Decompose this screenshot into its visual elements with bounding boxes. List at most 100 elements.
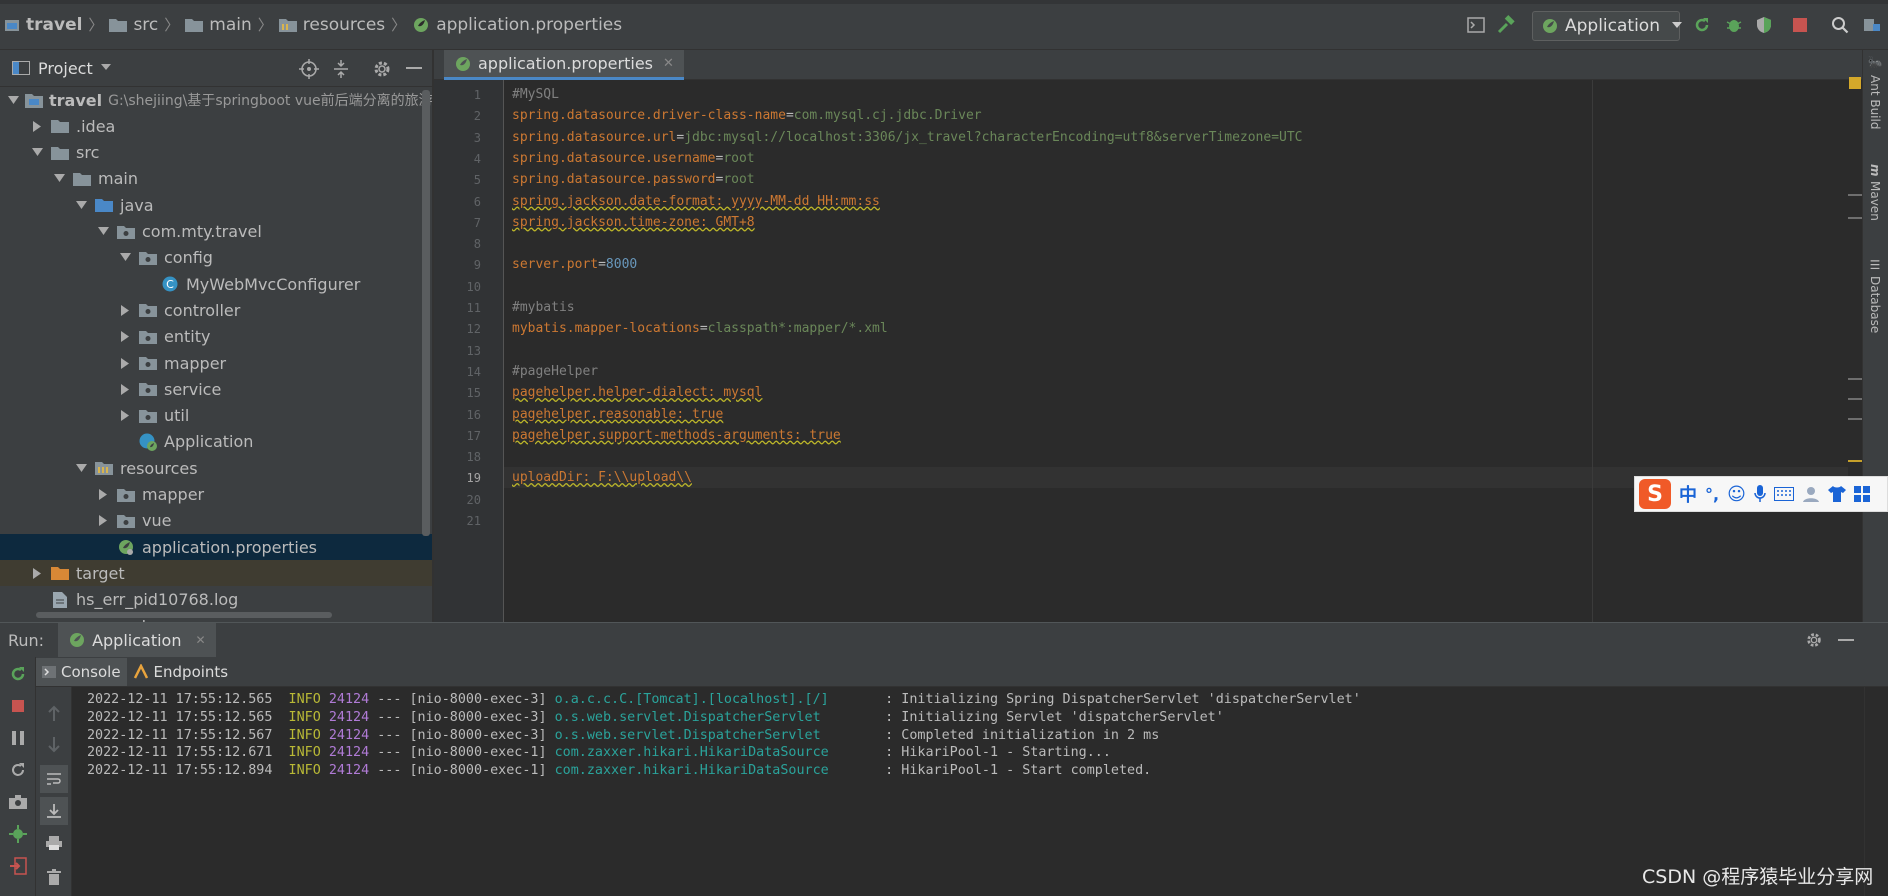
collapsed-arrow-icon[interactable] <box>118 331 132 343</box>
code-token: spring.datasource.url <box>512 129 677 145</box>
microphone-icon[interactable] <box>1754 485 1766 503</box>
build-hammer-icon[interactable] <box>1494 13 1518 37</box>
tree-item-controller[interactable]: controller <box>0 297 432 323</box>
project-view-label: Project <box>38 58 93 78</box>
tree-vscrollbar[interactable] <box>422 90 430 536</box>
tree-item-mapper[interactable]: mapper <box>0 350 432 376</box>
toolbox-grid-icon[interactable] <box>1853 486 1870 502</box>
locate-file-icon[interactable] <box>299 59 319 79</box>
expanded-arrow-icon[interactable] <box>74 463 88 473</box>
project-structure-icon[interactable] <box>1860 13 1884 37</box>
rerun-icon[interactable] <box>1690 13 1714 37</box>
breadcrumb-file[interactable]: application.properties <box>412 15 622 35</box>
run-configuration-select[interactable]: Application <box>1532 11 1682 41</box>
collapsed-arrow-icon[interactable] <box>118 357 132 369</box>
exit-icon[interactable] <box>8 856 28 876</box>
terminal-icon[interactable] <box>1464 13 1488 37</box>
keyboard-icon[interactable] <box>1773 487 1794 501</box>
scroll-up-icon[interactable] <box>44 703 64 723</box>
breadcrumb-project[interactable]: travel <box>4 15 82 35</box>
tree-item-application-properties[interactable]: application.properties <box>0 534 432 561</box>
ime-punctuation-toggle[interactable]: °, <box>1705 485 1719 504</box>
collapsed-arrow-icon[interactable] <box>96 515 110 527</box>
tree-item--idea[interactable]: .idea <box>0 113 432 139</box>
tree-item-label: mapper <box>142 485 205 504</box>
folder-icon <box>109 18 128 32</box>
tree-item-application[interactable]: Application <box>0 429 432 455</box>
breadcrumb-resources[interactable]: resources <box>278 15 385 35</box>
ime-toolbar[interactable]: S 中 °, ☺ <box>1634 476 1888 512</box>
console-output[interactable]: 2022-12-11 17:55:12.565 INFO 24124 --- [… <box>72 687 1864 896</box>
collapsed-arrow-icon[interactable] <box>118 304 132 316</box>
tree-item-mywebmvcconfigurer[interactable]: C MyWebMvcConfigurer <box>0 271 432 297</box>
minimize-icon[interactable] <box>1838 639 1854 643</box>
tree-item-resources[interactable]: resources <box>0 455 432 481</box>
collapsed-arrow-icon[interactable] <box>118 383 132 395</box>
print-icon[interactable] <box>44 833 64 853</box>
tree-item-vue[interactable]: vue <box>0 508 432 534</box>
collapse-all-icon[interactable] <box>332 59 350 79</box>
ime-language-toggle[interactable]: 中 <box>1679 481 1697 507</box>
collapsed-arrow-icon[interactable] <box>96 489 110 500</box>
collapsed-arrow-icon[interactable] <box>30 120 44 132</box>
expanded-arrow-icon[interactable] <box>74 200 88 210</box>
tree-item-main[interactable]: main <box>0 166 432 192</box>
tree-item-service[interactable]: service <box>0 376 432 402</box>
close-icon[interactable]: ✕ <box>195 633 205 647</box>
tree-item-hs-err-pid10768-log[interactable]: hs_err_pid10768.log <box>0 587 432 613</box>
tree-item-entity[interactable]: entity <box>0 324 432 350</box>
collapsed-arrow-icon[interactable] <box>30 567 44 579</box>
tree-item-config[interactable]: config <box>0 245 432 271</box>
dropdown-arrow-icon <box>1672 22 1682 30</box>
tab-endpoints[interactable]: Endpoints <box>127 658 235 686</box>
scroll-to-end-icon[interactable] <box>40 797 68 825</box>
project-view-selector[interactable]: Project <box>38 59 111 78</box>
camera-icon[interactable] <box>8 792 28 812</box>
tree-item-travel[interactable]: travel G:\shejiing\基于springboot vue前后端分离… <box>0 87 432 113</box>
gear-icon[interactable] <box>372 59 392 79</box>
debug-bug-icon[interactable] <box>1722 13 1746 37</box>
breadcrumb-main[interactable]: main <box>185 15 252 35</box>
user-settings-icon[interactable] <box>1802 485 1820 503</box>
trash-icon[interactable] <box>44 867 64 887</box>
scroll-down-icon[interactable] <box>44 735 64 755</box>
editor-tab-application-properties[interactable]: application.properties ✕ <box>444 50 684 80</box>
expanded-arrow-icon[interactable] <box>96 227 110 236</box>
breadcrumb-src[interactable]: src <box>109 15 158 35</box>
tree-item-util[interactable]: util <box>0 403 432 429</box>
restart-icon[interactable] <box>8 760 28 780</box>
rerun-icon[interactable] <box>8 664 28 684</box>
code-token: #MySQL <box>512 87 559 102</box>
tree-scrollbar[interactable] <box>36 612 332 618</box>
expanded-arrow-icon[interactable] <box>8 95 19 105</box>
run-tab-application[interactable]: Application ✕ <box>58 623 216 657</box>
stop-icon[interactable] <box>8 696 28 716</box>
expanded-arrow-icon[interactable] <box>118 253 132 262</box>
coverage-shield-icon[interactable] <box>1752 13 1776 37</box>
soft-wrap-icon[interactable] <box>40 765 68 793</box>
tree-item-java[interactable]: java <box>0 192 432 218</box>
error-stripe[interactable] <box>1848 77 1862 622</box>
tree-item-src[interactable]: src <box>0 140 432 166</box>
tree-item-mapper[interactable]: mapper <box>0 482 432 508</box>
close-icon[interactable]: ✕ <box>663 56 674 71</box>
tab-console[interactable]: Console <box>36 657 127 686</box>
pause-icon[interactable] <box>8 728 28 748</box>
collapsed-arrow-icon[interactable] <box>118 410 132 422</box>
stop-icon[interactable] <box>1788 13 1812 37</box>
skin-shirt-icon[interactable] <box>1827 486 1846 502</box>
ant-build-tool-button[interactable]: 🐜 Ant Build <box>1868 56 1882 129</box>
deploy-icon[interactable] <box>8 824 28 844</box>
package-icon <box>138 301 158 319</box>
database-tool-button[interactable]: ☰ Database <box>1868 258 1882 333</box>
tree-item-target[interactable]: target <box>0 560 432 587</box>
tree-item-com-mty-travel[interactable]: com.mty.travel <box>0 219 432 245</box>
emoji-icon[interactable]: ☺ <box>1727 484 1746 505</box>
gear-icon[interactable] <box>1805 631 1823 649</box>
maven-tool-button[interactable]: m Maven <box>1868 164 1882 220</box>
expanded-arrow-icon[interactable] <box>30 148 44 157</box>
minimize-icon[interactable] <box>406 67 422 71</box>
code-editor[interactable]: #MySQL spring.datasource.driver-class-nam… <box>504 80 1862 622</box>
expanded-arrow-icon[interactable] <box>52 174 66 183</box>
search-icon[interactable] <box>1828 13 1852 37</box>
